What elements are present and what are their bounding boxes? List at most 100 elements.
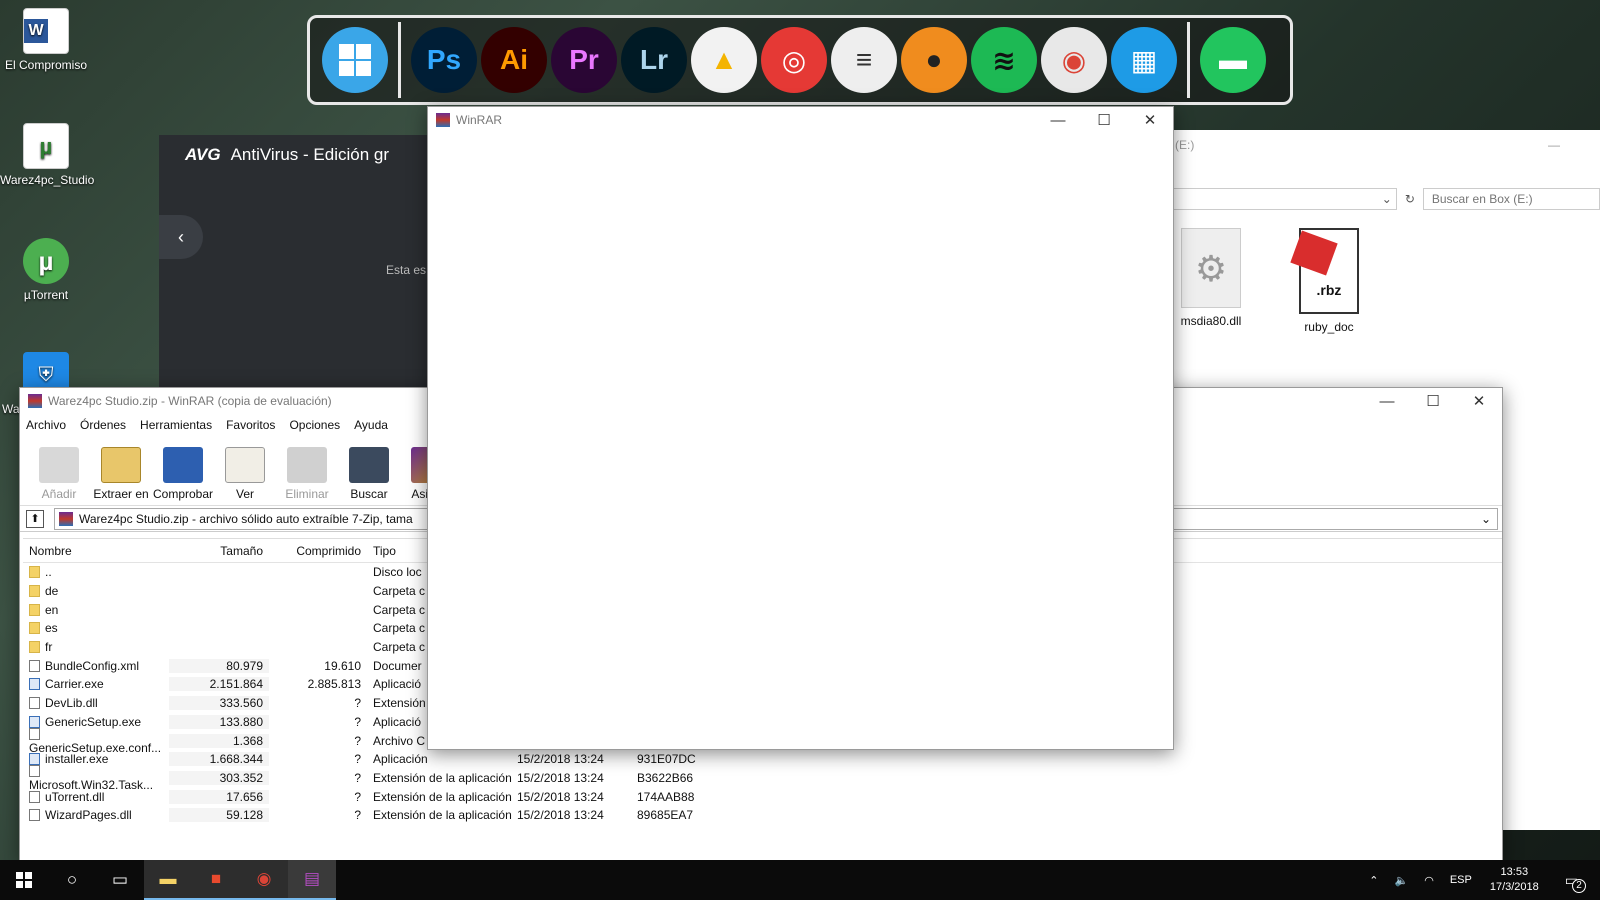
delete-button[interactable]: Eliminar	[276, 447, 338, 505]
menu-favoritos[interactable]: Favoritos	[226, 418, 275, 432]
column-name[interactable]: Nombre	[23, 544, 169, 558]
row-type-cell: Aplicación	[367, 752, 513, 766]
files-dock-button[interactable]: ▬	[1200, 27, 1266, 93]
row-size-cell-text: 303.352	[219, 770, 263, 785]
menu-herramientas[interactable]: Herramientas	[140, 418, 212, 432]
row-date-cell: 15/2/2018 13:24	[513, 790, 635, 804]
row-name-cell: GenericSetup.exe.conf...	[23, 727, 169, 755]
chrome-dock-button[interactable]: ◉	[1041, 27, 1107, 93]
table-row[interactable]: Microsoft.Win32.Task... 303.352? Extensión…	[23, 764, 1502, 792]
row-crc-cell: 174AAB88	[635, 790, 715, 804]
dock-separator	[398, 22, 401, 98]
view-button-label: Ver	[235, 487, 254, 501]
winrar-blank-titlebar[interactable]: WinRAR — ☐ ✕	[428, 107, 1173, 133]
menu-ayuda[interactable]: Ayuda	[354, 418, 388, 432]
windows-dock-button[interactable]	[322, 27, 388, 93]
row-name-cell-text: WizardPages.dll	[45, 808, 132, 823]
notification-center-button[interactable]: ▭ 2	[1557, 872, 1586, 893]
taskbar-avg[interactable]: ■	[192, 860, 240, 900]
add-button[interactable]: Añadir	[28, 447, 90, 505]
row-type-cell: Extensión de la aplicación	[367, 790, 513, 804]
row-size-cell: 1.668.344	[169, 752, 269, 767]
chevron-down-icon[interactable]: ⌄	[1481, 512, 1491, 526]
file-name: ruby_doc	[1304, 320, 1354, 334]
target-dock-button[interactable]: ◎	[761, 27, 827, 93]
table-row[interactable]: WizardPages.dll 59.128? Extensión de la ap…	[23, 806, 1502, 825]
file-item-msdia80[interactable]: ⚙ msdia80.dll	[1173, 228, 1249, 328]
minimize-icon[interactable]: —	[1548, 138, 1560, 152]
taskbar-chrome[interactable]: ◉	[240, 860, 288, 900]
start-button[interactable]	[0, 860, 48, 900]
chevron-up-icon[interactable]: ⌃	[1369, 874, 1378, 887]
illustrator-dock-button[interactable]: Ai	[481, 27, 547, 93]
extract-to-button[interactable]: Extraer en	[90, 447, 152, 505]
task-view-button[interactable]: ▭	[96, 860, 144, 900]
file-icon	[29, 809, 40, 822]
spotify-dock-button[interactable]: ≋	[971, 27, 1037, 93]
minimize-button[interactable]: —	[1035, 107, 1081, 133]
chevron-down-icon: ⌄	[1381, 192, 1392, 206]
close-button[interactable]: ✕	[1127, 107, 1173, 133]
row-packed-cell-text: ?	[354, 789, 361, 804]
photoshop-dock-button[interactable]: Ps	[411, 27, 477, 93]
row-size-cell: 80.979	[169, 658, 269, 673]
table-row[interactable]: installer.exe 1.668.344? Aplicación 15/2/20…	[23, 750, 1502, 769]
row-name-cell: ..	[23, 565, 169, 579]
taskbar-winrar[interactable]: ▤	[288, 860, 336, 900]
column-size[interactable]: Tamaño	[169, 544, 269, 558]
spotify-icon: ≋	[992, 44, 1016, 76]
drive-dock-button[interactable]: ▲	[691, 27, 757, 93]
row-date-cell-text: 15/2/2018 13:24	[517, 752, 604, 767]
volume-icon[interactable]: 🔈	[1395, 874, 1409, 887]
search-button[interactable]: ○	[48, 860, 96, 900]
lightroom-dock-button[interactable]: Lr	[621, 27, 687, 93]
taskbar-file-explorer[interactable]: ▬	[144, 860, 192, 900]
row-date-cell: 15/2/2018 13:24	[513, 752, 635, 766]
winrar-icon: ▤	[303, 869, 321, 888]
find-button-label: Buscar	[350, 487, 388, 501]
file-icon	[29, 659, 40, 672]
close-button[interactable]: ✕	[1456, 388, 1502, 414]
binoculars-icon	[349, 447, 389, 483]
desktop-icon-warez4pc-studio[interactable]: µ Warez4pc_Studio	[0, 123, 95, 187]
explorer-search-input[interactable]	[1422, 188, 1600, 210]
avg-back-button[interactable]: ‹	[159, 215, 203, 259]
menu-ordenes[interactable]: Órdenes	[80, 418, 126, 432]
maximize-button[interactable]: ☐	[1081, 107, 1127, 133]
row-packed-cell: ?	[269, 771, 367, 785]
clock[interactable]: 13:53 17/3/2018	[1490, 865, 1539, 895]
row-type-cell: Extensión de la aplicación	[367, 771, 513, 785]
gear-file-icon: ⚙	[1181, 228, 1241, 308]
file-item-ruby-doc[interactable]: .rbz ruby_doc	[1290, 228, 1367, 334]
find-button[interactable]: Buscar	[338, 447, 400, 505]
desktop-icon-utorrent[interactable]: µ µTorrent	[0, 238, 92, 302]
row-name-cell-text: uTorrent.dll	[45, 789, 105, 804]
minimize-button[interactable]: —	[1364, 388, 1410, 414]
wifi-icon[interactable]: ◠	[1424, 874, 1434, 887]
desktop-icon-el-compromiso[interactable]: W El Compromiso	[0, 8, 92, 72]
row-size-cell: 333.560	[169, 696, 269, 711]
language-indicator[interactable]: ESP	[1450, 874, 1472, 886]
menu-opciones[interactable]: Opciones	[289, 418, 340, 432]
address-field[interactable]: ⌄	[1151, 188, 1397, 210]
row-name-cell-text: ..	[45, 565, 52, 580]
test-button[interactable]: Comprobar	[152, 447, 214, 505]
up-folder-icon[interactable]: ⬆	[26, 509, 44, 528]
desktop-icon-label: Warez4pc_Studio	[0, 173, 95, 187]
row-name-cell: WizardPages.dll	[23, 808, 169, 822]
table-row[interactable]: uTorrent.dll 17.656? Extensión de la aplic…	[23, 787, 1502, 806]
column-packed[interactable]: Comprimido	[269, 544, 367, 558]
layers-dock-button[interactable]: ≡	[831, 27, 897, 93]
search-circle-icon: ○	[66, 870, 78, 889]
refresh-icon[interactable]: ↻	[1405, 192, 1415, 206]
store-dock-button[interactable]: ▦	[1111, 27, 1177, 93]
avg-message: Esta es	[386, 263, 427, 277]
task-view-icon: ▭	[111, 870, 129, 889]
row-packed-cell-text: 2.885.813	[307, 677, 361, 692]
view-button[interactable]: Ver	[214, 447, 276, 505]
music-dock-button[interactable]: ●	[901, 27, 967, 93]
menu-archivo[interactable]: Archivo	[26, 418, 66, 432]
exe-file-icon	[29, 678, 40, 691]
maximize-button[interactable]: ☐	[1410, 388, 1456, 414]
premiere-dock-button[interactable]: Pr	[551, 27, 617, 93]
